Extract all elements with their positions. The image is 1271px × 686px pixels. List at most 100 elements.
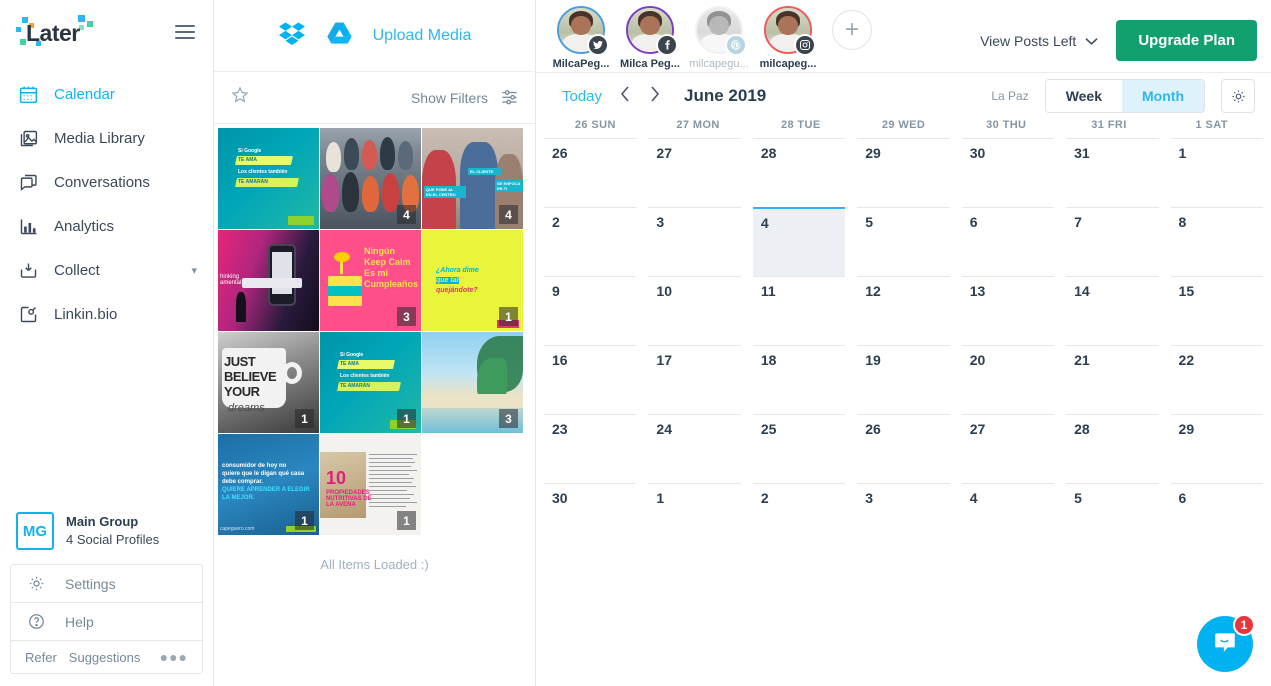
sidebar-item-linkinbio[interactable]: Linkin.bio [0, 292, 213, 336]
chevron-right-icon[interactable] [648, 85, 662, 107]
google-drive-icon[interactable] [326, 20, 353, 51]
media-thumb[interactable]: QUE PONE AL EN EL CENTRO EL CLIENTE SE EN… [422, 128, 523, 229]
calendar-day-cell[interactable]: 1 [1170, 138, 1263, 207]
top-bar-right: View Posts Left Upgrade Plan [980, 6, 1257, 61]
media-thumb[interactable]: consumidor de hoy no quiere que le digan … [218, 434, 319, 535]
calendar-day-cell[interactable]: 5 [1066, 483, 1159, 552]
show-filters-button[interactable]: Show Filters [411, 87, 519, 109]
group-switcher[interactable]: MG Main Group 4 Social Profiles [10, 506, 203, 564]
calendar-week: 16 17 18 19 20 21 22 [544, 345, 1263, 414]
dropbox-icon[interactable] [278, 20, 306, 51]
sidebar-item-conversations[interactable]: Conversations [0, 160, 213, 204]
media-thumb-count: 1 [397, 409, 416, 428]
media-thumb[interactable]: ¿Ahora dime que tal quejándote? 1 [422, 230, 523, 331]
calendar-day-cell[interactable]: 2 [544, 207, 637, 276]
calendar-day-cell[interactable]: 20 [961, 345, 1055, 414]
social-profile-facebook[interactable]: Milca Peg... [619, 6, 681, 70]
calendar-day-cell[interactable]: 27 [961, 414, 1055, 483]
social-profile-twitter[interactable]: MilcaPeg... [550, 6, 612, 70]
upload-media-link[interactable]: Upload Media [373, 27, 472, 45]
calendar-grid: 26 27 28 29 30 31 1 2 3 4 5 6 7 8 9 10 1… [536, 138, 1271, 686]
add-profile-button[interactable]: + [832, 10, 872, 50]
intercom-chat-button[interactable]: 1 [1197, 614, 1255, 672]
calendar-day-cell[interactable]: 27 [648, 138, 741, 207]
calendar-day-cell[interactable]: 26 [544, 138, 637, 207]
calendar-day-cell[interactable]: 18 [752, 345, 846, 414]
hamburger-icon[interactable] [175, 21, 195, 43]
calendar-day-cell[interactable]: 1 [648, 483, 741, 552]
sidebar-item-collect[interactable]: Collect ▾ [0, 248, 213, 292]
calendar-day-cell[interactable]: 5 [857, 207, 950, 276]
calendar-day-cell[interactable]: 6 [961, 207, 1055, 276]
chevron-left-icon[interactable] [618, 85, 632, 107]
main-content: MilcaPeg... Milca Peg... milcapegu... mi… [536, 0, 1271, 686]
calendar-day-cell-today[interactable]: 4 [752, 207, 846, 276]
calendar-day-cell[interactable]: 10 [648, 276, 741, 345]
media-thumb[interactable]: Si Google TE AMA Los clientes también TE… [320, 332, 421, 433]
calendar-day-cell[interactable]: 3 [857, 483, 950, 552]
calendar-day-cell[interactable]: 19 [857, 345, 950, 414]
media-thumb[interactable]: hinking amentals [218, 230, 319, 331]
upgrade-plan-button[interactable]: Upgrade Plan [1116, 20, 1257, 61]
calendar-day-cell[interactable]: 17 [648, 345, 741, 414]
calendar-day-cell[interactable]: 28 [1066, 414, 1159, 483]
social-profile-pinterest[interactable]: milcapegu... [688, 6, 750, 70]
calendar-day-cell[interactable]: 9 [544, 276, 637, 345]
calendar-day-cell[interactable]: 12 [857, 276, 950, 345]
star-icon[interactable] [230, 85, 250, 110]
media-thumb[interactable]: Si Google TE AMA Los clientes también TE… [218, 128, 319, 229]
ellipsis-icon[interactable]: ●●● [160, 649, 188, 665]
day-of-week-header: 26 SUN 27 MON 28 TUE 29 WED 30 THU 31 FR… [536, 119, 1271, 138]
calendar-day-cell[interactable]: 13 [961, 276, 1055, 345]
calendar-day-cell[interactable]: 3 [648, 207, 741, 276]
suggestions-link[interactable]: Suggestions [69, 650, 141, 665]
calendar-day-cell[interactable]: 4 [961, 483, 1055, 552]
view-month-button[interactable]: Month [1122, 80, 1204, 112]
view-week-button[interactable]: Week [1045, 80, 1123, 112]
calendar-day-cell[interactable]: 29 [857, 138, 950, 207]
today-button[interactable]: Today [562, 88, 602, 105]
calendar-day-cell[interactable]: 22 [1170, 345, 1263, 414]
chat-bubble-icon [16, 170, 40, 194]
calendar-day-cell[interactable]: 24 [648, 414, 741, 483]
help-button[interactable]: Help [11, 603, 202, 641]
group-initials: MG [16, 512, 54, 550]
calendar-day-cell[interactable]: 25 [752, 414, 846, 483]
calendar-settings-button[interactable] [1221, 79, 1255, 113]
calendar-day-cell[interactable]: 26 [857, 414, 950, 483]
view-posts-left-dropdown[interactable]: View Posts Left [980, 33, 1098, 49]
calendar-day-cell[interactable]: 2 [752, 483, 846, 552]
calendar-day-cell[interactable]: 28 [752, 138, 846, 207]
media-thumb[interactable]: 4 [320, 128, 421, 229]
refer-link[interactable]: Refer [25, 650, 57, 665]
settings-button[interactable]: Settings [11, 565, 202, 603]
calendar-day-cell[interactable]: 30 [544, 483, 637, 552]
calendar-day-cell[interactable]: 14 [1066, 276, 1159, 345]
media-thumb[interactable]: 10 PROPIEDADES NUTRITIVAS DE LA AVENA 1 [320, 434, 421, 535]
sidebar-nav: Calendar Media Library Conversations Ana… [0, 64, 213, 336]
calendar-day-cell[interactable]: 7 [1066, 207, 1159, 276]
chevron-down-icon[interactable]: ▾ [191, 264, 197, 277]
sidebar-item-analytics[interactable]: Analytics [0, 204, 213, 248]
calendar-day-cell[interactable]: 11 [752, 276, 846, 345]
calendar-day-cell[interactable]: 6 [1170, 483, 1263, 552]
calendar-day-cell[interactable]: 8 [1170, 207, 1263, 276]
later-logo[interactable]: Later [16, 15, 108, 49]
media-thumb[interactable]: JUST BELIEVE YOUR dreams 1 [218, 332, 319, 433]
calendar-day-cell[interactable]: 15 [1170, 276, 1263, 345]
sidebar-item-calendar[interactable]: Calendar [0, 72, 213, 116]
calendar-day-cell[interactable]: 30 [961, 138, 1055, 207]
calendar-day-cell[interactable]: 31 [1066, 138, 1159, 207]
social-profile-instagram[interactable]: milcapeg... [757, 6, 819, 70]
all-items-loaded-text: All Items Loaded :) [320, 557, 429, 572]
plus-icon: + [844, 16, 859, 43]
calendar-day-cell[interactable]: 21 [1066, 345, 1159, 414]
sidebar-item-media-library[interactable]: Media Library [0, 116, 213, 160]
media-thumb[interactable]: 3 [422, 332, 523, 433]
media-thumb[interactable]: Ningún Keep Calm Es mi Cumpleaños 3 [320, 230, 421, 331]
sidebar-item-label: Media Library [54, 129, 145, 147]
calendar-day-cell[interactable]: 16 [544, 345, 637, 414]
calendar-day-cell[interactable]: 29 [1170, 414, 1263, 483]
calendar-day-cell[interactable]: 23 [544, 414, 637, 483]
social-profile-name: MilcaPeg... [552, 58, 610, 70]
